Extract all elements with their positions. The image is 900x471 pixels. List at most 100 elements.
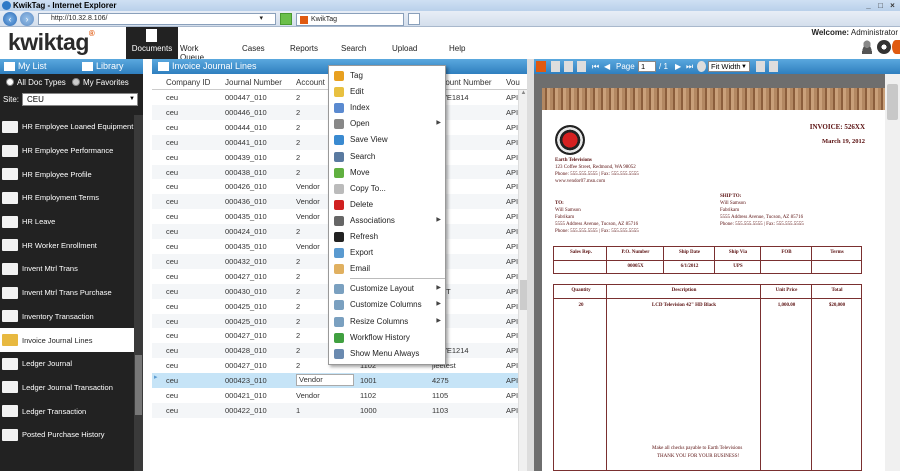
logout-icon[interactable]	[892, 40, 900, 54]
sidebar-item[interactable]: HR Leave	[0, 210, 134, 234]
zoom-select[interactable]: Fit Width ▼	[708, 61, 750, 72]
sidebar-item[interactable]: Ledger Transaction	[0, 399, 134, 423]
menu-item[interactable]: Customize Columns ▶	[329, 297, 445, 312]
radio-my-favorites[interactable]: My Favorites	[72, 78, 129, 87]
customize-columns-icon	[334, 300, 344, 311]
table-cell: 2	[296, 107, 301, 117]
table-cell: 2	[296, 227, 301, 237]
tab-title: KwikTag	[311, 16, 338, 23]
table-row[interactable]: ceu 000422_010 1 1000 1103 APIC	[152, 402, 524, 418]
folder-icon	[2, 144, 18, 157]
menu-item[interactable]: Index	[329, 100, 445, 115]
tab-help[interactable]: Help	[449, 44, 465, 53]
column-header[interactable]: Journal Number	[225, 78, 282, 87]
menu-item[interactable]: Workflow History	[329, 330, 445, 345]
search-dropdown-icon[interactable]: ▾	[259, 14, 263, 24]
forward-button[interactable]: ›	[20, 12, 34, 26]
export-icon	[334, 248, 344, 259]
tab-upload[interactable]: Upload	[392, 44, 417, 53]
menu-item[interactable]: Export	[329, 245, 445, 260]
column-header[interactable]: Account	[296, 78, 325, 87]
go-refresh-icon[interactable]	[280, 13, 292, 25]
menu-item[interactable]: Open ▶	[329, 116, 445, 131]
sidebar-scrollbar[interactable]	[134, 115, 143, 471]
page-number-input[interactable]: 1	[638, 61, 656, 72]
close-window-button[interactable]: ×	[887, 1, 898, 11]
menu-item[interactable]: Refresh	[329, 229, 445, 244]
grid-scroll-thumb[interactable]	[520, 280, 527, 310]
sidebar-item[interactable]: Ledger Journal Transaction	[0, 376, 134, 400]
sidebar-item[interactable]: HR Employee Performance	[0, 139, 134, 163]
table-row[interactable]: ▸ ceu 000423_010 Vendor 1001 4275 APIC	[152, 373, 524, 388]
order-info-table: Sales Rep. P.O. Number 00005X Ship Date 6/1/…	[553, 246, 862, 274]
table-cell: Vendor	[296, 374, 354, 387]
print-icon[interactable]	[564, 61, 573, 72]
order-header: P.O. Number	[621, 250, 650, 255]
minimize-button[interactable]: _	[863, 1, 874, 11]
menu-item[interactable]: Edit	[329, 84, 445, 99]
menu-item[interactable]: Tag	[329, 68, 445, 83]
menu-item[interactable]: Save View	[329, 132, 445, 147]
window-title: KwikTag - Internet Explorer	[13, 1, 117, 10]
site-select[interactable]: CEU ▼	[22, 93, 138, 106]
browser-tab[interactable]: KwikTag	[296, 13, 404, 26]
sidebar-item[interactable]: Inventory Transaction	[0, 305, 134, 329]
sidebar-item[interactable]: Ledger Journal	[0, 352, 134, 376]
user-admin-icon[interactable]	[860, 40, 874, 54]
menu-item[interactable]: Delete	[329, 197, 445, 212]
menu-item[interactable]: Customize Layout ▶	[329, 281, 445, 296]
viewer-scrollbar[interactable]	[885, 74, 900, 471]
sidebar-item[interactable]: Posted Purchase History	[0, 423, 134, 447]
back-button[interactable]: ‹	[3, 12, 17, 26]
viewer-scroll-thumb[interactable]	[887, 84, 898, 120]
tag-icon	[334, 71, 344, 81]
first-page-icon[interactable]: ⏮	[592, 61, 599, 72]
rotate-right-icon[interactable]	[769, 61, 778, 72]
copy-icon[interactable]	[577, 61, 586, 72]
menu-item[interactable]: Show Menu Always	[329, 346, 445, 361]
sidebar-item[interactable]: HR Worker Enrollment	[0, 233, 134, 257]
pane-splitter[interactable]	[527, 59, 534, 471]
scroll-up-icon[interactable]: ▲	[519, 90, 527, 98]
sidebar-item[interactable]: HR Employee Profile	[0, 162, 134, 186]
menu-item[interactable]: Associations ▶	[329, 213, 445, 228]
rotate-left-icon[interactable]	[756, 61, 765, 72]
menu-item[interactable]: Search	[329, 149, 445, 164]
column-header[interactable]: Vou	[506, 78, 520, 87]
restore-button[interactable]: □	[875, 1, 886, 11]
sidebar-scroll-thumb[interactable]	[135, 355, 142, 415]
last-page-icon[interactable]: ⏭	[686, 61, 693, 72]
next-page-icon[interactable]: ▶	[675, 61, 681, 72]
sidebar-item[interactable]: Invent Mtrl Trans	[0, 257, 134, 281]
email-icon	[334, 264, 344, 275]
radio-all-doc-types[interactable]: All Doc Types	[6, 78, 66, 87]
sidebar-item-label: Invent Mtrl Trans	[22, 264, 78, 274]
tab-search[interactable]: Search	[341, 44, 366, 53]
menu-item[interactable]: Resize Columns ▶	[329, 314, 445, 329]
sidebar-item[interactable]: HR Employee Loaned Equipment	[0, 115, 134, 139]
tab-documents[interactable]: Documents	[126, 27, 178, 59]
table-row[interactable]: ceu 000421_010 Vendor 1102 1105 APIC	[152, 388, 524, 403]
gear-icon[interactable]	[877, 40, 891, 54]
new-tab-button[interactable]	[408, 13, 420, 25]
sidebar-item[interactable]: Invent Mtrl Trans Purchase	[0, 281, 134, 305]
close-viewer-icon[interactable]	[536, 61, 546, 72]
save-icon[interactable]	[551, 61, 560, 72]
menu-item[interactable]: Email	[329, 261, 445, 276]
table-cell: ceu	[166, 167, 179, 177]
menu-item[interactable]: Move	[329, 165, 445, 180]
tab-my-list[interactable]: My List	[0, 60, 70, 73]
prev-page-icon[interactable]: ◀	[604, 61, 610, 72]
tab-library[interactable]: Library	[78, 60, 143, 73]
column-header[interactable]: Company ID	[166, 78, 210, 87]
tab-reports[interactable]: Reports	[290, 44, 318, 53]
line-header: Description	[671, 288, 697, 293]
zoom-icon[interactable]	[697, 61, 706, 72]
sidebar-item[interactable]: HR Employment Terms	[0, 186, 134, 210]
folder-icon	[2, 120, 18, 133]
tab-cases[interactable]: Cases	[242, 44, 265, 53]
sidebar-item[interactable]: Invoice Journal Lines	[0, 328, 134, 352]
grid-scrollbar[interactable]: ▲	[518, 90, 527, 471]
url-bar[interactable]: http://10.32.8.106/ ▾	[38, 13, 276, 25]
menu-item[interactable]: Copy To...	[329, 181, 445, 196]
